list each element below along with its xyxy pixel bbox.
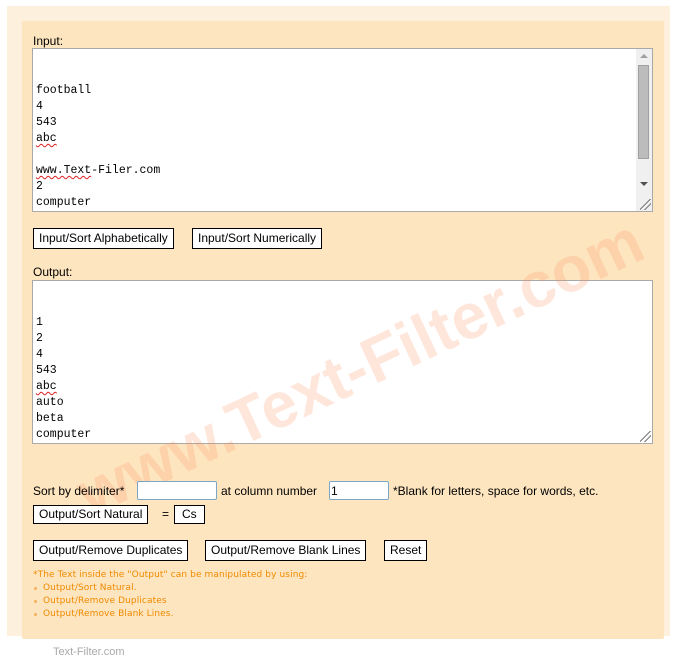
remove-blank-lines-button[interactable]: Output/Remove Blank Lines xyxy=(205,540,367,561)
remove-duplicates-button[interactable]: Output/Remove Duplicates xyxy=(33,540,189,561)
resize-grip-icon[interactable] xyxy=(640,431,651,442)
input-text: football 4 543 abc www.Text-Filer.com 2 comput… xyxy=(36,83,649,212)
resize-grip-icon[interactable] xyxy=(640,199,651,210)
output-line: auto xyxy=(36,396,64,409)
output-line: computer xyxy=(36,428,92,441)
output-text: 124543abcautobetacomputerfootballwww.Tex… xyxy=(36,315,649,444)
help-note-heading: *The Text inside the "Output" can be man… xyxy=(33,570,308,580)
input-line xyxy=(36,211,649,212)
help-note: *The Text inside the "Output" can be man… xyxy=(33,569,307,621)
delimiter-input[interactable] xyxy=(137,481,217,500)
output-line: beta xyxy=(36,412,64,425)
input-scrollbar[interactable] xyxy=(636,49,652,211)
help-note-list: Output/Sort Natural. Output/Remove Dupli… xyxy=(33,582,307,621)
input-line: www.Text-Filer.com xyxy=(36,164,161,177)
output-label: Output: xyxy=(33,265,73,279)
output-line: 1 xyxy=(36,316,43,329)
sort-numerically-button[interactable]: Input/Sort Numerically xyxy=(192,228,323,249)
input-line: 2 xyxy=(36,180,43,193)
output-line: 4 xyxy=(36,348,43,361)
delimiter-label: Sort by delimiter* xyxy=(33,484,125,498)
reset-button[interactable]: Reset xyxy=(384,540,428,561)
sort-natural-button[interactable]: Output/Sort Natural xyxy=(33,505,149,524)
scroll-up-arrow-icon[interactable] xyxy=(640,54,648,58)
input-line: 543 xyxy=(36,116,57,129)
column-number-label: at column number xyxy=(221,484,318,498)
input-line: 4 xyxy=(36,100,43,113)
output-line: 543 xyxy=(36,364,57,377)
column-number-input[interactable] xyxy=(329,481,389,500)
delimiter-hint: *Blank for letters, space for words, etc… xyxy=(393,484,599,498)
help-note-item: Output/Remove Blank Lines. xyxy=(33,608,307,621)
output-textarea[interactable]: 124543abcautobetacomputerfootballwww.Tex… xyxy=(32,280,653,444)
output-line: football xyxy=(36,443,649,444)
output-line: 2 xyxy=(36,332,43,345)
help-note-item: Output/Sort Natural. xyxy=(33,582,307,595)
input-textarea[interactable]: football 4 543 abc www.Text-Filer.com 2 comput… xyxy=(32,48,653,212)
scroll-thumb[interactable] xyxy=(638,65,649,159)
help-note-item: Output/Remove Duplicates xyxy=(33,595,307,608)
footer-site-link[interactable]: Text-Filter.com xyxy=(53,646,125,658)
input-line xyxy=(36,147,649,163)
input-line: football xyxy=(36,84,92,97)
case-sensitive-button[interactable]: Cs xyxy=(174,505,205,524)
sort-alphabetically-button[interactable]: Input/Sort Alphabetically xyxy=(33,228,174,249)
output-line: abc xyxy=(36,380,57,393)
equals-sign: = xyxy=(162,507,170,521)
input-label: Input: xyxy=(33,34,64,48)
scroll-down-arrow-icon[interactable] xyxy=(640,182,648,186)
input-line: computer xyxy=(36,196,92,209)
input-line: abc xyxy=(36,132,57,145)
